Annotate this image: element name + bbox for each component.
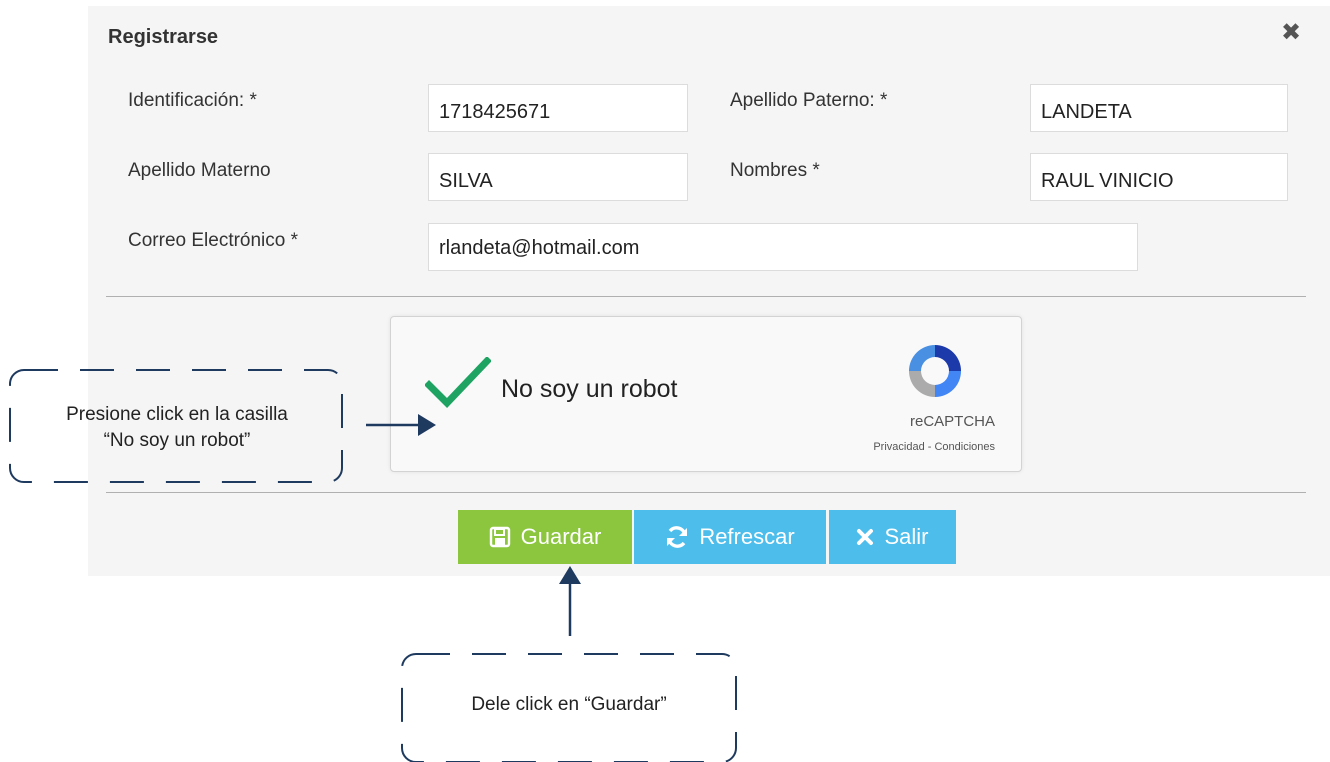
captcha-hint-line1: Presione click en la casilla bbox=[66, 404, 288, 425]
nombres-label: Nombres * bbox=[730, 160, 820, 181]
guardar-label: Guardar bbox=[520, 524, 602, 549]
recaptcha-widget: No soy un robot reCAPTCHA Privacidad - C… bbox=[390, 316, 1022, 472]
captcha-hint-line2: “No soy un robot” bbox=[103, 430, 251, 451]
close-icon[interactable]: ✖ bbox=[1278, 20, 1304, 46]
recaptcha-links[interactable]: Privacidad - Condiciones bbox=[873, 441, 995, 453]
guardar-button[interactable]: Guardar bbox=[458, 510, 632, 564]
salir-label: Salir bbox=[884, 524, 929, 549]
save-icon bbox=[489, 526, 510, 548]
close-icon bbox=[857, 529, 874, 545]
apellido-materno-field[interactable] bbox=[428, 153, 688, 201]
identificacion-label: Identificación: * bbox=[128, 90, 257, 111]
refrescar-label: Refrescar bbox=[699, 524, 795, 549]
dialog-title: Registrarse bbox=[108, 26, 219, 48]
divider-top bbox=[106, 296, 1306, 297]
correo-label: Correo Electrónico * bbox=[128, 230, 299, 251]
recaptcha-brand: reCAPTCHA bbox=[909, 413, 995, 430]
correo-field[interactable] bbox=[428, 223, 1138, 271]
refrescar-button[interactable]: Refrescar bbox=[634, 510, 826, 564]
identificacion-field[interactable] bbox=[428, 84, 688, 132]
guardar-hint-text: Dele click en “Guardar” bbox=[471, 694, 667, 715]
recaptcha-logo-icon bbox=[909, 345, 961, 397]
captcha-hint-text: Presione click en la casilla “No soy un … bbox=[12, 402, 342, 454]
apellido-materno-label: Apellido Materno bbox=[128, 160, 271, 181]
salir-button[interactable]: Salir bbox=[829, 510, 956, 564]
checkmark-icon bbox=[424, 356, 492, 409]
nombres-field[interactable] bbox=[1030, 153, 1288, 201]
divider-bottom bbox=[106, 492, 1306, 493]
recaptcha-label: No soy un robot bbox=[501, 375, 678, 403]
apellido-paterno-field[interactable] bbox=[1030, 84, 1288, 132]
refresh-icon bbox=[667, 526, 688, 548]
recaptcha-checkbox[interactable] bbox=[424, 356, 492, 409]
register-dialog: Registrarse ✖ Identificación: * Apellido… bbox=[88, 6, 1330, 576]
apellido-paterno-label: Apellido Paterno: * bbox=[730, 90, 888, 111]
